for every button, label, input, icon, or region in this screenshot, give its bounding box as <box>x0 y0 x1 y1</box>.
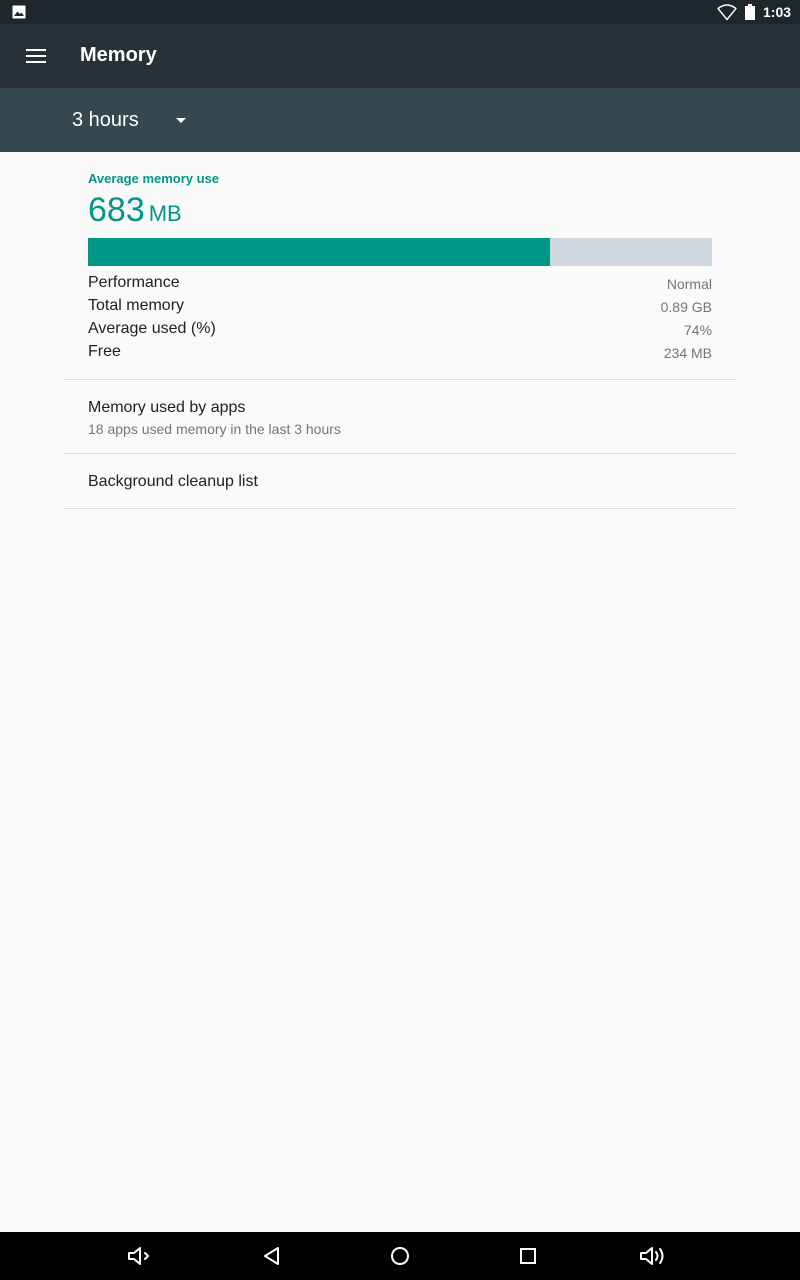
stat-value: 0.89 GB <box>660 299 712 315</box>
dropdown-arrow-icon <box>176 118 186 123</box>
average-memory-unit: MB <box>148 201 182 226</box>
stat-label: Free <box>88 343 121 360</box>
memory-content: Average memory use 683 MB Performance Nor… <box>0 152 800 1232</box>
menu-icon[interactable] <box>16 36 56 76</box>
stat-value: 74% <box>683 322 712 338</box>
app-bar: Memory <box>0 24 800 88</box>
back-icon[interactable] <box>254 1238 290 1274</box>
navigation-bar <box>0 1232 800 1280</box>
stat-row-average-used: Average used (%) 74% <box>88 320 712 343</box>
list-item-title: Memory used by apps <box>88 399 246 416</box>
stat-label: Average used (%) <box>88 320 216 337</box>
average-memory-label: Average memory use <box>88 171 220 186</box>
page-title: Memory <box>80 44 157 66</box>
stat-row-free: Free 234 MB <box>88 343 712 366</box>
background-cleanup-list-item[interactable]: Background cleanup list <box>64 454 736 508</box>
stat-label: Performance <box>88 274 180 291</box>
wifi-icon <box>717 4 737 21</box>
stat-value: Normal <box>666 276 712 292</box>
memory-usage-fill <box>88 238 550 266</box>
volume-down-icon[interactable] <box>122 1238 158 1274</box>
stat-label: Total memory <box>88 297 185 314</box>
recents-icon[interactable] <box>510 1238 546 1274</box>
average-memory-number: 683 <box>88 191 145 229</box>
stat-row-performance: Performance Normal <box>88 274 712 297</box>
stat-value: 234 MB <box>663 345 712 361</box>
status-clock: 1:03 <box>763 4 792 20</box>
home-icon[interactable] <box>382 1238 418 1274</box>
status-bar: 1:03 <box>0 0 800 24</box>
hamburger-glyph <box>26 49 46 63</box>
time-range-label: 3 hours <box>72 109 139 131</box>
filter-bar: 3 hours <box>0 88 800 152</box>
image-notification-icon <box>12 5 26 19</box>
time-range-dropdown[interactable]: 3 hours <box>56 96 206 144</box>
battery-icon <box>745 4 755 20</box>
memory-used-by-apps-item[interactable]: Memory used by apps 18 apps used memory … <box>64 380 736 453</box>
divider <box>64 508 736 509</box>
stat-row-total-memory: Total memory 0.89 GB <box>88 297 712 320</box>
memory-usage-bar <box>88 238 712 266</box>
average-memory-value: 683 MB <box>88 191 182 230</box>
list-item-title: Background cleanup list <box>88 473 258 490</box>
volume-up-icon[interactable] <box>636 1238 672 1274</box>
list-item-subtitle: 18 apps used memory in the last 3 hours <box>88 421 341 437</box>
